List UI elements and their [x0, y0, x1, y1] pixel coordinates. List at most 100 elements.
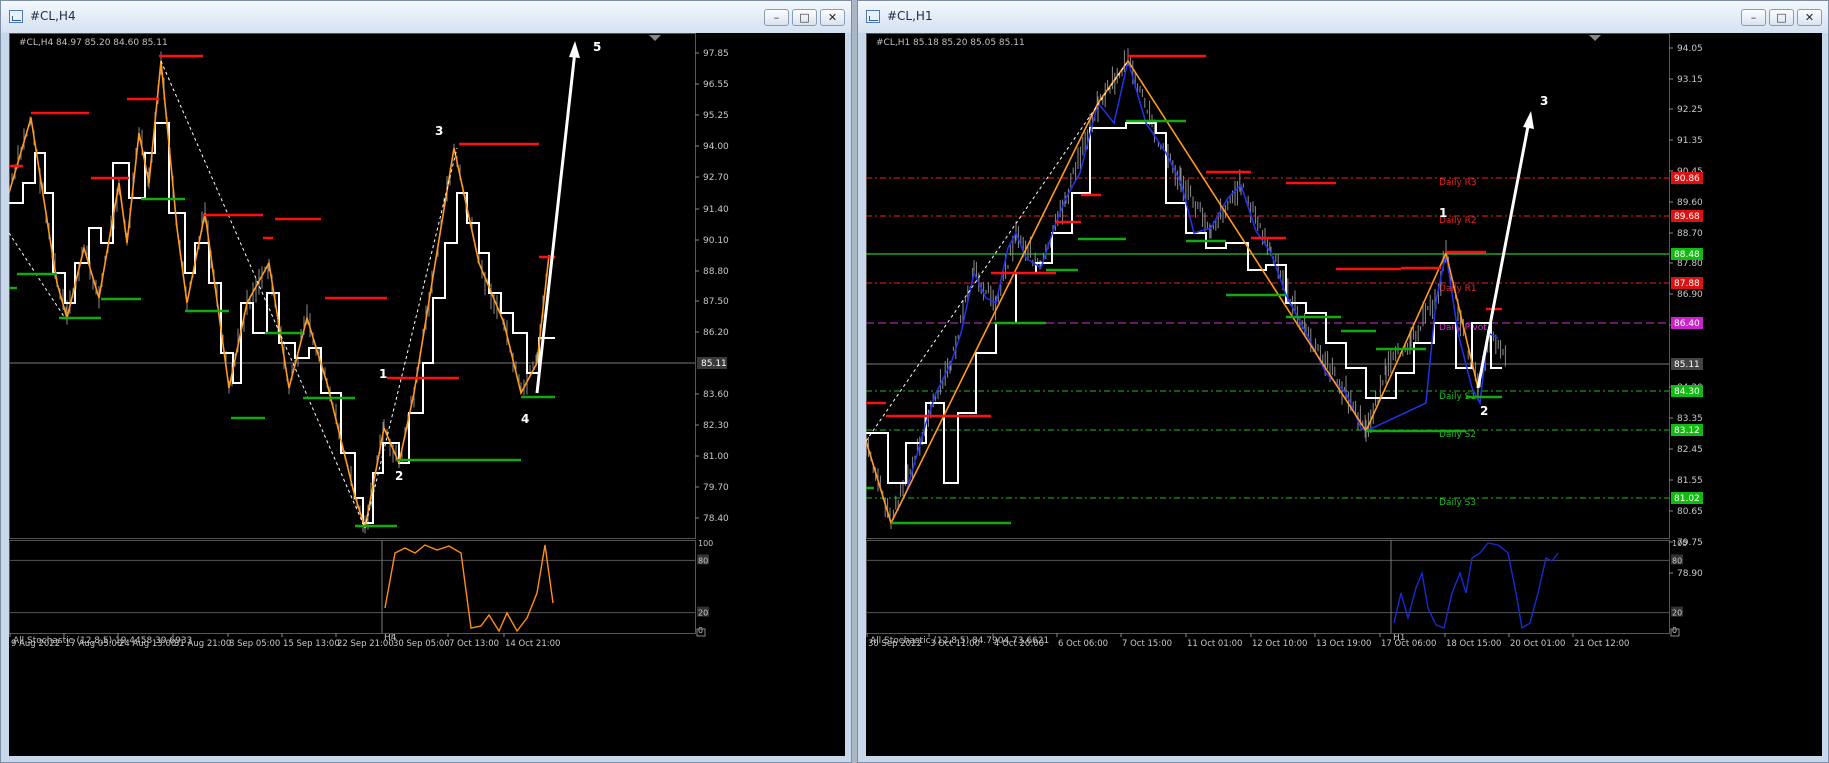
projection-arrow: [535, 50, 577, 394]
stoch-level-label: 100: [698, 539, 713, 548]
chart-window-icon: [9, 10, 23, 23]
price-axis-label: 81.00: [703, 452, 729, 462]
price-badge-label: 90.86: [1674, 174, 1700, 184]
price-axis-label: 88.80: [703, 267, 729, 277]
minimize-button[interactable]: –: [764, 9, 789, 26]
stochastic-line: [384, 544, 554, 633]
price-badge-label: 83.12: [1674, 426, 1700, 436]
window-title: #CL,H1: [887, 9, 933, 23]
date-axis-label: 4 Oct 20:00: [994, 639, 1044, 649]
price-axis-label: 82.45: [1677, 445, 1703, 455]
price-axis-label: 81.55: [1677, 476, 1703, 486]
date-axis-label: 24 Aug 13:00: [119, 639, 176, 649]
price-axis-label: 78.90: [1677, 569, 1703, 579]
chart-area[interactable]: #CL,H1 85.18 85.20 85.05 85.11 H1 All St…: [866, 33, 1822, 756]
price-axis-label: 83.60: [703, 390, 729, 400]
date-axis-label: 30 Sep 05:00: [393, 639, 450, 649]
price-chart-h4[interactable]: #CL,H4 84.97 85.20 84.60 85.11 H4 All St…: [9, 33, 845, 756]
title-bar[interactable]: #CL,H1 – □ ✕: [858, 1, 1828, 33]
price-axis-label: 91.35: [1677, 136, 1703, 146]
arrow-head-icon: [569, 41, 580, 58]
price-axis-label: 82.30: [703, 421, 729, 431]
window-title: #CL,H4: [30, 9, 76, 23]
close-button[interactable]: ✕: [820, 9, 845, 26]
chart-window-h4[interactable]: #CL,H4 – □ ✕ #CL,H4 84.97 85.20 84.60 85…: [0, 0, 852, 763]
step-line: [9, 122, 555, 524]
price-axis-label: 89.60: [1677, 198, 1703, 208]
price-axis-label: 87.80: [1677, 259, 1703, 269]
step-line: [866, 122, 1502, 484]
price-axis-label: 91.40: [703, 205, 729, 215]
title-bar[interactable]: #CL,H4 – □ ✕: [1, 1, 851, 33]
price-axis-label: 80.65: [1677, 507, 1703, 517]
wave-label: 4: [521, 412, 529, 426]
dashed-trend-line: [160, 60, 366, 529]
price-axis-label: 97.85: [703, 49, 729, 59]
scroll-marker-icon[interactable]: [649, 35, 661, 41]
price-badge-label: 86.40: [1674, 319, 1700, 329]
stochastic-line: [1393, 542, 1559, 630]
main-pane-border: [9, 33, 696, 539]
date-axis-label: 22 Sep 21:00: [337, 639, 394, 649]
stoch-level-label: 80: [698, 556, 708, 565]
price-axis-label: 83.35: [1677, 414, 1703, 424]
wave-label: 3: [1540, 94, 1548, 108]
wave-label: 5: [593, 40, 601, 54]
current-price-label: 85.11: [701, 359, 727, 369]
date-axis-label: 7 Oct 13:00: [449, 639, 499, 649]
wave-label: 2: [1480, 404, 1488, 418]
wave-label: 3: [435, 124, 443, 138]
price-axis-label: 95.25: [703, 111, 729, 121]
wave-label: 1: [379, 367, 387, 381]
stoch-level-label: 80: [1672, 556, 1682, 565]
minimize-button[interactable]: –: [1741, 9, 1766, 26]
close-button[interactable]: ✕: [1797, 9, 1822, 26]
price-chart-h1[interactable]: #CL,H1 85.18 85.20 85.05 85.11 H1 All St…: [866, 33, 1822, 756]
stoch-level-label: 100: [1672, 539, 1687, 548]
price-axis-label: 90.10: [703, 236, 729, 246]
arrow-head-icon: [1523, 111, 1534, 129]
daily-level-label: Daily R1: [1439, 284, 1477, 294]
price-axis-label: 78.40: [703, 514, 729, 524]
chart-window-icon: [866, 10, 880, 23]
date-axis-label: 11 Oct 01:00: [1187, 639, 1242, 649]
date-axis-label: 6 Oct 06:00: [1058, 639, 1108, 649]
date-axis-label: 21 Oct 12:00: [1574, 639, 1629, 649]
price-axis-label: 96.55: [703, 80, 729, 90]
maximize-button[interactable]: □: [792, 9, 817, 26]
date-axis-label: 17 Aug 05:00: [65, 639, 122, 649]
indicator-pane-border: [866, 540, 1670, 634]
indicator-pane-border: [9, 540, 696, 634]
stoch-level-label: 20: [1672, 609, 1682, 618]
date-axis-label: 9 Aug 2022: [11, 639, 60, 649]
price-axis-label: 88.70: [1677, 229, 1703, 239]
date-axis-label: 18 Oct 15:00: [1446, 639, 1501, 649]
dashed-trend-line: [866, 60, 1129, 442]
date-axis-label: 13 Oct 19:00: [1316, 639, 1371, 649]
date-axis-label: 15 Sep 13:00: [283, 639, 340, 649]
price-axis-label: 94.00: [703, 142, 729, 152]
daily-level-label: Daily R3: [1439, 178, 1477, 188]
dashed-trend-line: [364, 147, 458, 529]
price-badge-label: 84.30: [1674, 387, 1700, 397]
price-axis-label: 93.15: [1677, 75, 1703, 85]
chart-info: #CL,H1 85.18 85.20 85.05 85.11: [876, 38, 1025, 48]
price-axis-label: 87.50: [703, 297, 729, 307]
maximize-button[interactable]: □: [1769, 9, 1794, 26]
chart-window-h1[interactable]: #CL,H1 – □ ✕ #CL,H1 85.18 85.20 85.05 85…: [857, 0, 1829, 763]
price-axis-label: 86.90: [1677, 290, 1703, 300]
wave-label: 1: [1439, 206, 1447, 220]
daily-level-label: Daily S3: [1439, 498, 1476, 508]
date-axis-label: 31 Aug 21:00: [174, 639, 231, 649]
zigzag-blue-line: [866, 60, 1499, 526]
date-axis-label: 20 Oct 01:00: [1510, 639, 1565, 649]
price-axis-label: 94.05: [1677, 44, 1703, 54]
date-axis-label: 3 Oct 11:00: [930, 639, 980, 649]
date-axis-label: 30 Sep 2022: [868, 639, 922, 649]
chart-area[interactable]: #CL,H4 84.97 85.20 84.60 85.11 H4 All St…: [9, 33, 845, 756]
wave-label: 2: [395, 469, 403, 483]
chart-info: #CL,H4 84.97 85.20 84.60 85.11: [19, 38, 168, 48]
price-badge-label: 87.88: [1674, 279, 1700, 289]
scroll-marker-icon[interactable]: [1589, 35, 1601, 41]
date-axis-label: 17 Oct 06:00: [1381, 639, 1436, 649]
